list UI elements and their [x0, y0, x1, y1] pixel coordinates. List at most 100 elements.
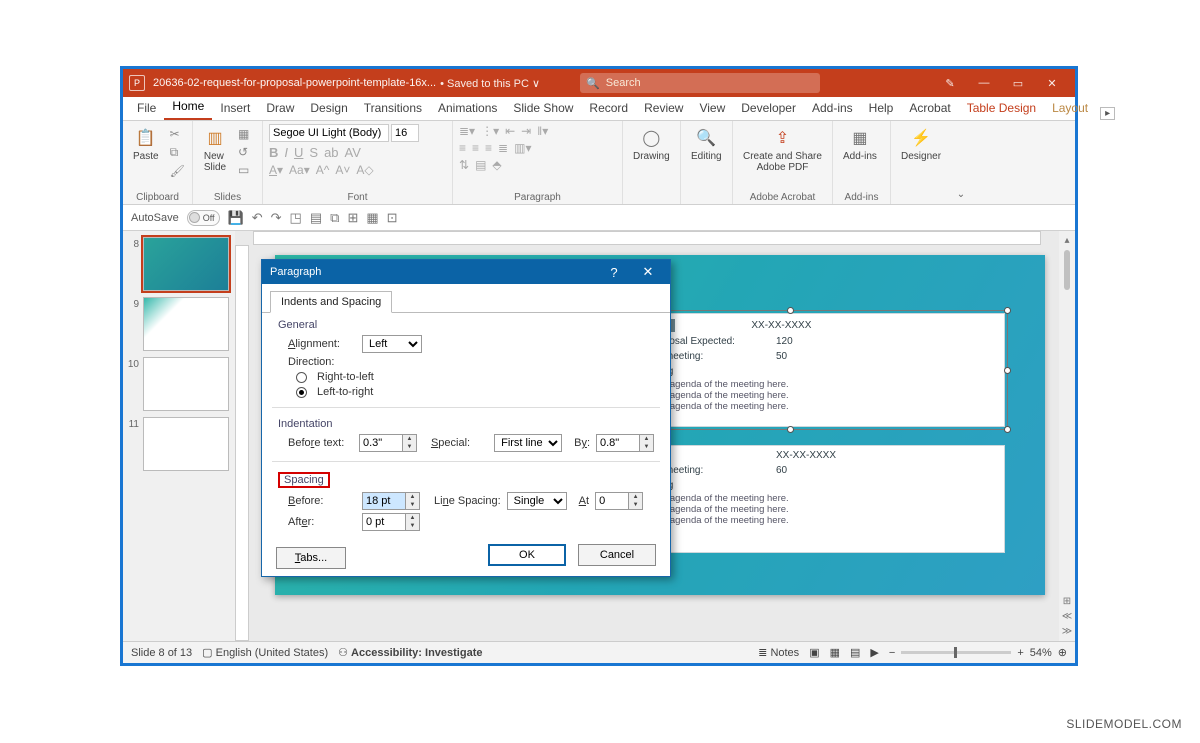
designer-button[interactable]: ⚡Designer: [897, 124, 945, 164]
thumbnail-9[interactable]: [143, 297, 229, 351]
accessibility-indicator[interactable]: ⚇ Accessibility: Investigate: [338, 646, 482, 659]
font-family-input[interactable]: [269, 124, 389, 142]
qat-icon-6[interactable]: ⊡: [387, 210, 398, 226]
indent-dec-button[interactable]: ⇤: [505, 124, 515, 138]
addins-button[interactable]: ▦Add-ins: [839, 124, 881, 164]
justify-button[interactable]: ≣: [498, 141, 508, 155]
format-painter-icon[interactable]: 🖌: [167, 163, 188, 179]
tab-table-design[interactable]: Table Design: [959, 98, 1044, 120]
font-color-button[interactable]: A▾: [269, 163, 283, 177]
ribbon-overflow-icon[interactable]: ▸: [1100, 107, 1115, 120]
line-spacing-select[interactable]: Single: [507, 492, 567, 510]
at-input[interactable]: [595, 492, 629, 510]
cancel-button[interactable]: Cancel: [578, 544, 656, 566]
spacing-after-input[interactable]: [362, 513, 406, 531]
qat-icon-3[interactable]: ⧉: [330, 210, 339, 226]
thumbnail-8[interactable]: [143, 237, 229, 291]
text-direction-button[interactable]: ⇅: [459, 158, 469, 172]
minimize-button[interactable]: —: [967, 77, 1001, 89]
next-slide-icon[interactable]: ≫: [1062, 626, 1072, 637]
tab-slideshow[interactable]: Slide Show: [505, 98, 581, 120]
fit-slide-icon[interactable]: ⊞: [1063, 596, 1071, 607]
autosave-toggle[interactable]: Off: [187, 210, 220, 226]
scroll-up-icon[interactable]: ▴: [1064, 235, 1069, 246]
before-text-input[interactable]: [359, 434, 403, 452]
spacing-before-input[interactable]: [362, 492, 406, 510]
tab-help[interactable]: Help: [861, 98, 902, 120]
thumbnail-11[interactable]: [143, 417, 229, 471]
close-button[interactable]: ✕: [1035, 77, 1069, 90]
restore-button[interactable]: ▭: [1001, 77, 1035, 90]
slide-counter[interactable]: Slide 8 of 13: [131, 647, 192, 659]
paste-button[interactable]: 📋Paste: [129, 124, 163, 164]
shrink-font-button[interactable]: A˅: [335, 163, 350, 177]
collapse-ribbon-icon[interactable]: ⌄: [951, 121, 971, 204]
bullets-button[interactable]: ≣▾: [459, 124, 475, 138]
search-box[interactable]: 🔍 Search: [580, 73, 820, 93]
prev-slide-icon[interactable]: ≪: [1062, 611, 1072, 622]
clear-format-button[interactable]: A◇: [356, 163, 373, 177]
tab-developer[interactable]: Developer: [733, 98, 804, 120]
tab-view[interactable]: View: [691, 98, 733, 120]
reset-icon[interactable]: ↺: [235, 144, 252, 160]
highlight-button[interactable]: Aa▾: [289, 163, 310, 177]
zoom-in-icon[interactable]: +: [1017, 647, 1023, 659]
numbering-button[interactable]: ⋮▾: [481, 124, 499, 138]
tab-draw[interactable]: Draw: [258, 98, 302, 120]
tab-file[interactable]: File: [129, 98, 164, 120]
before-text-spinner[interactable]: ▲▼: [403, 434, 417, 452]
bold-button[interactable]: B: [269, 145, 278, 160]
tab-home[interactable]: Home: [164, 96, 212, 120]
tab-transitions[interactable]: Transitions: [356, 98, 430, 120]
editing-button[interactable]: 🔍Editing: [687, 124, 726, 164]
tab-design[interactable]: Design: [302, 98, 355, 120]
align-right-button[interactable]: ≡: [485, 141, 492, 155]
rtl-radio[interactable]: [296, 372, 307, 383]
tab-acrobat[interactable]: Acrobat: [901, 98, 958, 120]
qat-icon-2[interactable]: ▤: [310, 210, 322, 226]
dialog-help-button[interactable]: ?: [600, 265, 628, 280]
copy-icon[interactable]: ⧉: [167, 144, 188, 161]
char-spacing-button[interactable]: AV: [345, 145, 361, 160]
spacing-after-spinner[interactable]: ▲▼: [406, 513, 420, 531]
zoom-control[interactable]: − + 54% ⊕: [889, 646, 1067, 659]
align-left-button[interactable]: ≡: [459, 141, 466, 155]
reading-view-icon[interactable]: ▤: [850, 646, 860, 659]
dialog-titlebar[interactable]: Paragraph ? ✕: [262, 260, 670, 284]
underline-button[interactable]: U: [294, 145, 303, 160]
tab-animations[interactable]: Animations: [430, 98, 505, 120]
fit-to-window-icon[interactable]: ⊕: [1058, 646, 1067, 659]
ltr-radio[interactable]: [296, 387, 307, 398]
indent-inc-button[interactable]: ⇥: [521, 124, 531, 138]
cut-icon[interactable]: ✂: [167, 126, 188, 142]
strike-button[interactable]: S: [309, 145, 318, 160]
thumbnail-10[interactable]: [143, 357, 229, 411]
tab-addins[interactable]: Add-ins: [804, 98, 861, 120]
dialog-tab-indents[interactable]: Indents and Spacing: [270, 291, 392, 313]
slideshow-view-icon[interactable]: ▶: [870, 646, 878, 659]
by-input[interactable]: [596, 434, 640, 452]
normal-view-icon[interactable]: ▣: [809, 646, 819, 659]
font-size-input[interactable]: [391, 124, 419, 142]
language-indicator[interactable]: ▢ English (United States): [202, 646, 328, 659]
by-spinner[interactable]: ▲▼: [640, 434, 654, 452]
vertical-scrollbar[interactable]: ▴ ⊞ ≪ ≫: [1059, 231, 1075, 641]
smartart-button[interactable]: ⬘: [492, 158, 501, 172]
at-spinner[interactable]: ▲▼: [629, 492, 643, 510]
qat-icon-4[interactable]: ⊞: [347, 210, 358, 226]
grow-font-button[interactable]: A^: [316, 163, 330, 177]
align-text-button[interactable]: ▤: [475, 158, 486, 172]
tab-layout[interactable]: Layout: [1044, 98, 1096, 120]
tab-insert[interactable]: Insert: [212, 98, 258, 120]
align-center-button[interactable]: ≡: [472, 141, 479, 155]
adobe-pdf-button[interactable]: ⇪Create and Share Adobe PDF: [739, 124, 826, 175]
qat-icon-5[interactable]: ▦: [366, 210, 378, 226]
spacing-before-spinner[interactable]: ▲▼: [406, 492, 420, 510]
columns-button[interactable]: ▥▾: [514, 141, 531, 155]
italic-button[interactable]: I: [284, 145, 288, 160]
layout-icon[interactable]: ▦: [235, 126, 252, 142]
new-slide-button[interactable]: ▥New Slide: [199, 124, 231, 175]
notes-button[interactable]: ≣ Notes: [758, 646, 799, 659]
tabs-button[interactable]: Tabs...: [276, 547, 346, 569]
redo-icon[interactable]: ↷: [271, 210, 282, 226]
